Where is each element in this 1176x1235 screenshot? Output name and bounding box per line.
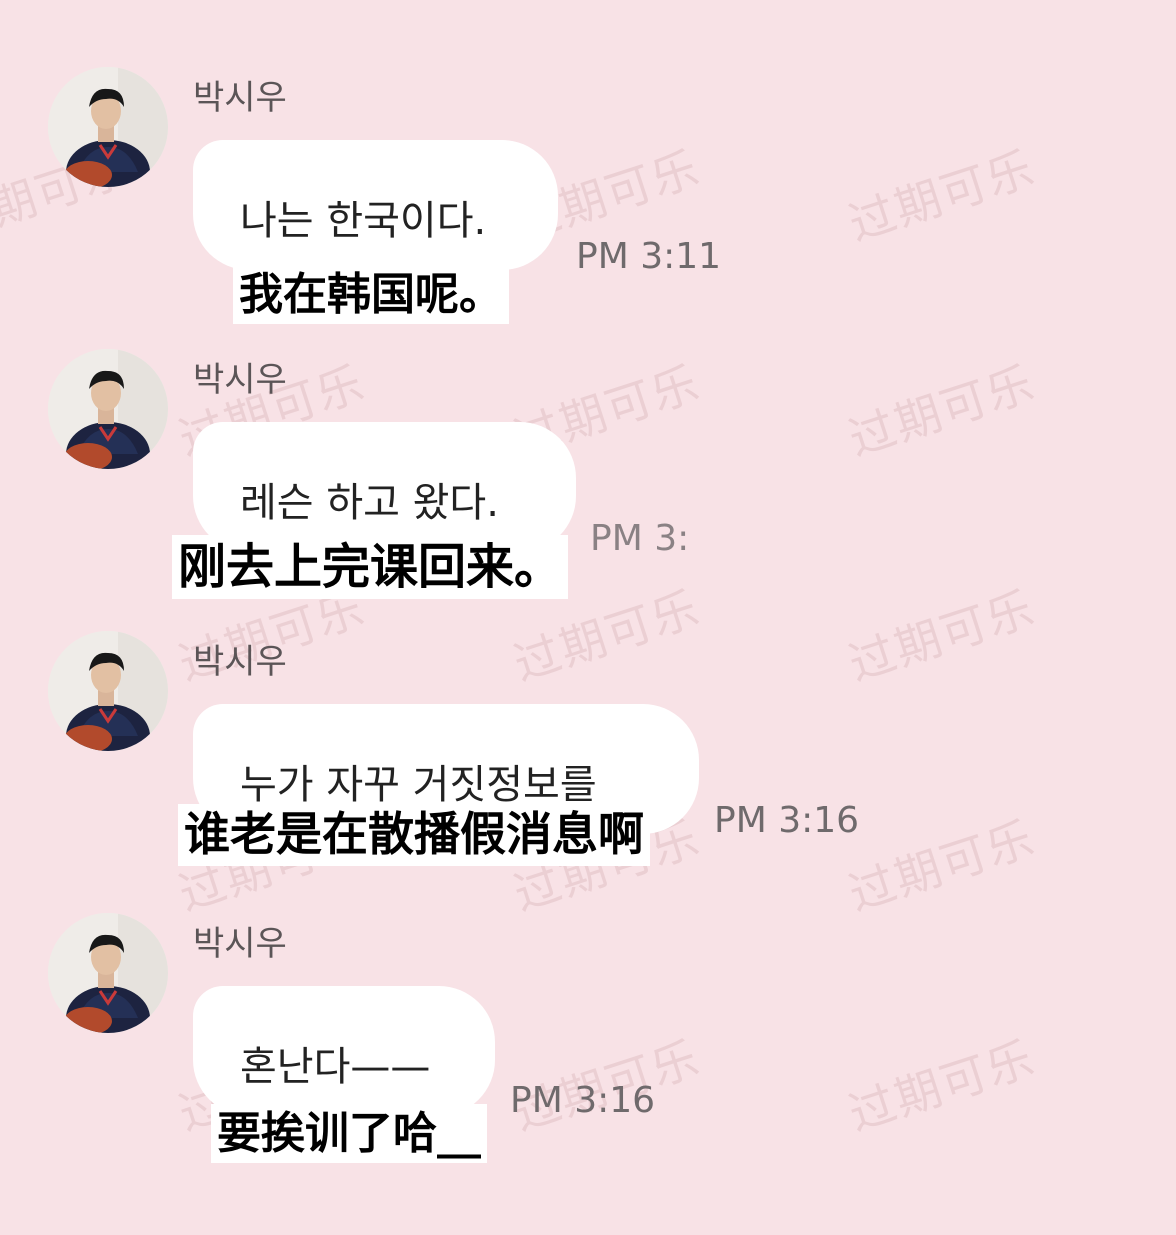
sender-name: 박시우: [193, 642, 287, 682]
chat-message: 박시우 나는 한국이다. PM 3:11 我在韩国呢。: [0, 0, 1176, 324]
message-text: 레슨 하고 왔다.: [240, 480, 499, 526]
message-text: 나는 한국이다.: [240, 198, 487, 244]
message-text: 누가 자꾸 거짓정보를: [240, 762, 597, 808]
sender-name: 박시우: [193, 78, 287, 118]
sender-name: 박시우: [193, 924, 287, 964]
chat-message: 박시우 혼난다—— PM 3:16 要挨训了哈__: [0, 846, 1176, 1163]
message-text: 혼난다——: [240, 1044, 431, 1090]
person-photo-icon: [48, 67, 168, 187]
message-time: PM 3:11: [576, 236, 722, 277]
chat-message: 박시우 레슨 하고 왔다. PM 3: 刚去上完课回来。: [0, 282, 1176, 599]
message-time: PM 3:16: [510, 1080, 656, 1121]
avatar[interactable]: [48, 67, 168, 187]
avatar[interactable]: [48, 913, 168, 1033]
person-photo-icon: [48, 913, 168, 1033]
chat-message: 박시우 누가 자꾸 거짓정보를 PM 3:16 谁老是在散播假消息啊: [0, 564, 1176, 866]
sender-name: 박시우: [193, 360, 287, 400]
avatar[interactable]: [48, 631, 168, 751]
message-time: PM 3:16: [714, 800, 860, 841]
message-time: PM 3:: [590, 518, 690, 559]
avatar[interactable]: [48, 349, 168, 469]
person-photo-icon: [48, 631, 168, 751]
person-photo-icon: [48, 349, 168, 469]
translation-caption: 要挨训了哈__: [211, 1104, 487, 1163]
